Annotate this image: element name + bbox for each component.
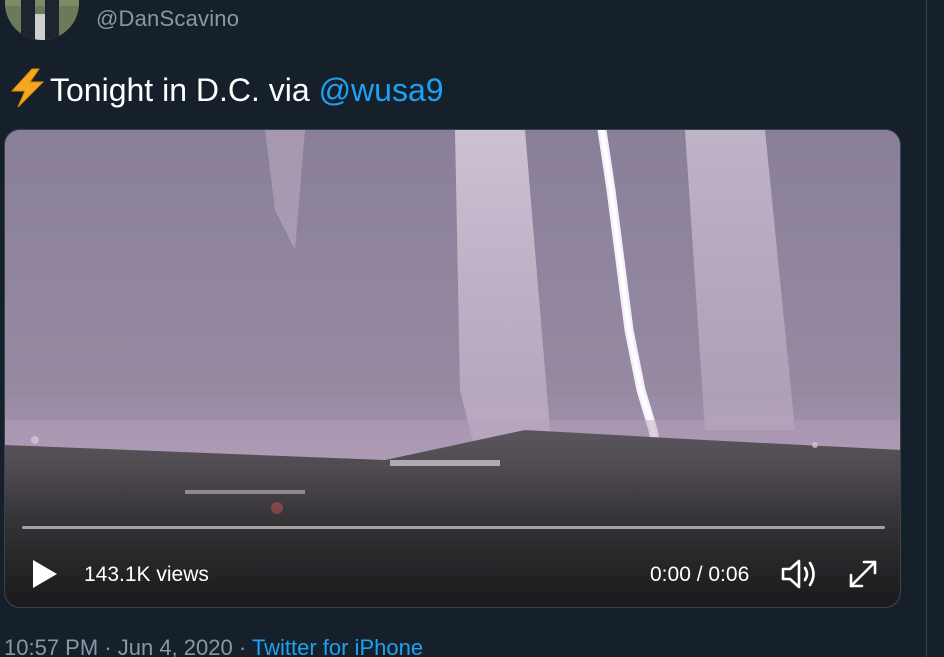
meta-separator: · xyxy=(98,635,118,657)
volume-button[interactable] xyxy=(779,557,819,591)
tweet-body: Tonight in D.C. via xyxy=(50,72,319,108)
meta-separator: · xyxy=(232,635,252,657)
lightning-bolt-icon xyxy=(6,68,50,108)
mention-link[interactable]: @wusa9 xyxy=(319,72,444,108)
video-frame xyxy=(5,130,900,607)
fullscreen-icon xyxy=(849,560,877,588)
author-handle[interactable]: @DanScavino xyxy=(96,6,239,32)
tweet-metadata: 10:57 PM · Jun 4, 2020 · Twitter for iPh… xyxy=(4,635,423,657)
volume-icon xyxy=(781,559,815,589)
video-time: 0:00 / 0:06 xyxy=(650,563,750,586)
tweet-source[interactable]: Twitter for iPhone xyxy=(252,635,423,657)
avatar[interactable] xyxy=(5,0,79,40)
right-sidebar-edge xyxy=(927,0,944,657)
tweet-page: @DanScavino Tonight in D.C. via @wusa9 1… xyxy=(0,0,944,657)
tweet-time[interactable]: 10:57 PM xyxy=(4,635,98,657)
play-button[interactable] xyxy=(27,557,61,591)
avatar-image xyxy=(5,0,79,40)
tweet-text: Tonight in D.C. via @wusa9 xyxy=(6,68,444,110)
view-count: 143.1K views xyxy=(84,563,209,586)
video-progress-bar[interactable] xyxy=(22,526,885,529)
play-icon xyxy=(33,560,57,588)
fullscreen-button[interactable] xyxy=(846,557,880,591)
tweet-date[interactable]: Jun 4, 2020 xyxy=(118,635,233,657)
video-player[interactable]: 143.1K views 0:00 / 0:06 xyxy=(4,129,901,608)
